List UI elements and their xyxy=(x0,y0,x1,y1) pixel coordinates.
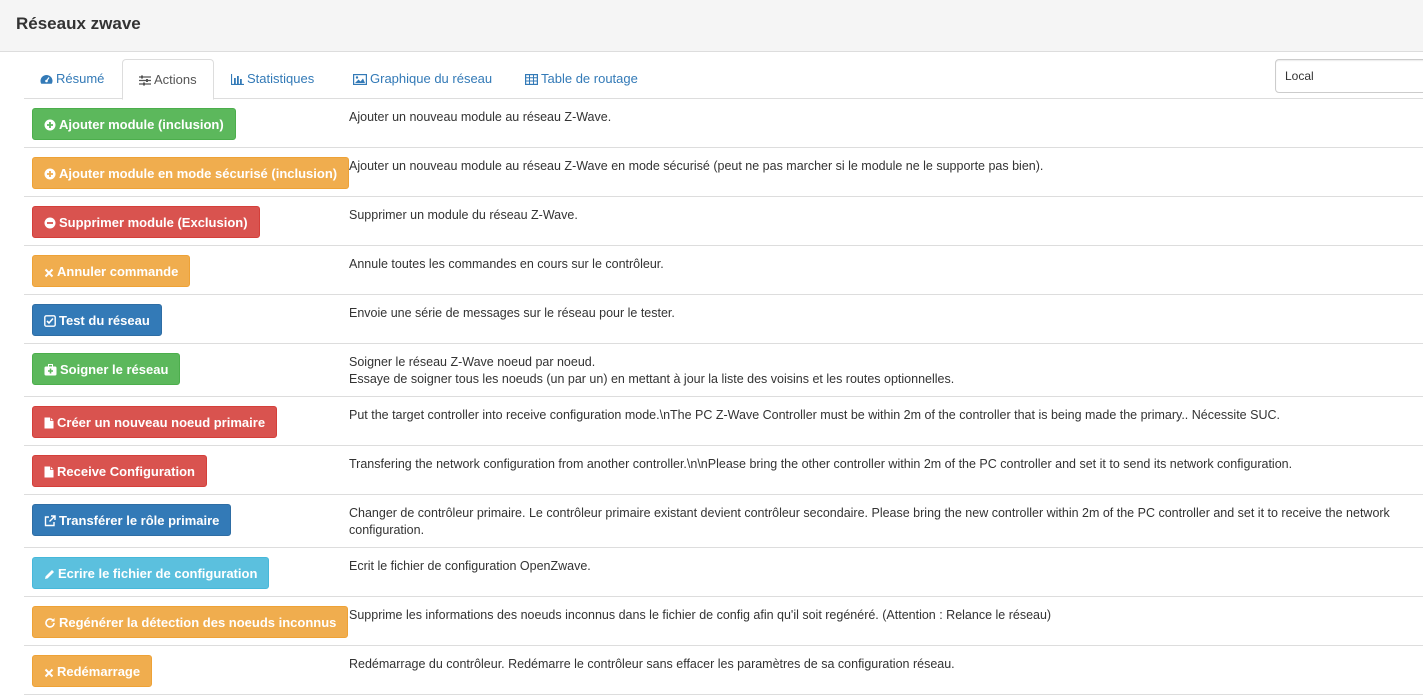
dashboard-icon xyxy=(40,75,53,84)
action-description: Put the target controller into receive c… xyxy=(349,407,1403,424)
action-description: Ecrit le fichier de configuration OpenZw… xyxy=(349,558,1403,575)
tab-label: Actions xyxy=(154,72,197,87)
action-description: Annule toutes les commandes en cours sur… xyxy=(349,256,1403,273)
tab-statistiques[interactable]: Statistiques xyxy=(215,59,330,99)
page-header: Réseaux zwave xyxy=(0,0,1423,52)
action-description: Supprimer un module du réseau Z-Wave. xyxy=(349,207,1403,224)
action-description-line: Changer de contrôleur primaire. Le contr… xyxy=(349,506,1390,537)
tab-label: Table de routage xyxy=(541,71,638,86)
action-row: Transférer le rôle primaire Changer de co… xyxy=(24,495,1423,548)
action-description: Envoie une série de messages sur le rése… xyxy=(349,305,1403,322)
action-description: Ajouter un nouveau module au réseau Z-Wa… xyxy=(349,158,1403,175)
action-description: Supprime les informations des noeuds inc… xyxy=(349,607,1403,624)
action-button-label: Ecrire le fichier de configuration xyxy=(58,566,258,581)
check-square-icon xyxy=(44,313,59,328)
picture-icon xyxy=(353,74,368,86)
external-link-icon xyxy=(44,513,59,528)
action-button[interactable]: Transférer le rôle primaire xyxy=(32,504,232,536)
action-button-label: Transférer le rôle primaire xyxy=(59,513,220,528)
table-icon xyxy=(525,74,539,86)
action-button-label: Annuler commande xyxy=(57,264,179,279)
action-button[interactable]: Supprimer module (Exclusion) xyxy=(32,206,260,238)
action-row: Annuler commande Annule toutes les comman… xyxy=(24,246,1423,295)
action-button-label: Supprimer module (Exclusion) xyxy=(59,215,248,230)
action-description-line: Annule toutes les commandes en cours sur… xyxy=(349,257,664,271)
action-description-line: Redémarrage du contrôleur. Redémarre le … xyxy=(349,657,955,671)
action-button[interactable]: Soigner le réseau xyxy=(32,353,181,385)
plus-circle-icon xyxy=(44,117,59,132)
action-button-label: Test du réseau xyxy=(59,313,150,328)
action-description-line: Transfering the network configuration fr… xyxy=(349,457,1293,471)
action-description: Changer de contrôleur primaire. Le contr… xyxy=(349,505,1403,539)
action-button-label: Ajouter module (inclusion) xyxy=(59,117,224,132)
pencil-icon xyxy=(44,566,58,581)
bar-chart-icon xyxy=(230,74,244,86)
minus-circle-icon xyxy=(44,215,59,230)
action-row: Regénérer la détection des noeuds inconn… xyxy=(24,597,1423,646)
tab-resume[interactable]: Résumé xyxy=(24,59,120,99)
action-description: Redémarrage du contrôleur. Redémarre le … xyxy=(349,656,1403,673)
times-icon xyxy=(44,664,57,679)
action-button[interactable]: Test du réseau xyxy=(32,304,162,336)
action-description-line: Supprime les informations des noeuds inc… xyxy=(349,608,1052,622)
action-button-label: Redémarrage xyxy=(57,664,141,679)
action-button-label: Ajouter module en mode sécurisé (inclusi… xyxy=(59,166,338,181)
action-button[interactable]: Receive Configuration xyxy=(32,455,207,487)
action-row: Redémarrage Redémarrage du contrôleur. Re… xyxy=(24,646,1423,695)
action-description-line: Ajouter un nouveau module au réseau Z-Wa… xyxy=(349,159,1044,173)
file-icon xyxy=(44,464,57,479)
action-button[interactable]: Créer un nouveau noeud primaire xyxy=(32,406,278,438)
tab-graphique[interactable]: Graphique du réseau xyxy=(337,59,508,99)
tab-table-routage[interactable]: Table de routage xyxy=(509,59,654,99)
medkit-icon xyxy=(44,362,60,377)
action-button-label: Créer un nouveau noeud primaire xyxy=(57,415,266,430)
action-description-line: Essaye de soigner tous les noeuds (un pa… xyxy=(349,372,955,386)
plus-circle-icon xyxy=(44,166,59,181)
action-description-line: Ecrit le fichier de configuration OpenZw… xyxy=(349,559,591,573)
action-button[interactable]: Ecrire le fichier de configuration xyxy=(32,557,270,589)
action-button[interactable]: Redémarrage xyxy=(32,655,153,687)
action-button-label: Receive Configuration xyxy=(57,464,195,479)
action-description: Ajouter un nouveau module au réseau Z-Wa… xyxy=(349,109,1403,126)
action-row: Supprimer module (Exclusion) Supprimer un… xyxy=(24,197,1423,246)
sliders-icon xyxy=(139,75,151,86)
actions-list: Ajouter module (inclusion) Ajouter un nou… xyxy=(24,99,1423,695)
action-description: Soigner le réseau Z-Wave noeud par noeud… xyxy=(349,354,1403,388)
tab-label: Résumé xyxy=(56,71,105,86)
action-button[interactable]: Annuler commande xyxy=(32,255,191,287)
tab-bar: Résumé Actions Statistiques Graphique du… xyxy=(24,59,1423,100)
action-row: Soigner le réseau Soigner le réseau Z-Wav… xyxy=(24,344,1423,397)
file-icon xyxy=(44,415,57,430)
page-title: Réseaux zwave xyxy=(16,14,141,33)
action-row: Ajouter module (inclusion) Ajouter un nou… xyxy=(24,99,1423,148)
action-button[interactable]: Regénérer la détection des noeuds inconn… xyxy=(32,606,349,638)
action-description-line: Put the target controller into receive c… xyxy=(349,408,1280,422)
action-row: Ajouter module en mode sécurisé (inclusi… xyxy=(24,148,1423,197)
action-description-line: Supprimer un module du réseau Z-Wave. xyxy=(349,208,578,222)
action-row: Test du réseau Envoie une série de messag… xyxy=(24,295,1423,344)
action-button[interactable]: Ajouter module (inclusion) xyxy=(32,108,236,140)
action-button-label: Regénérer la détection des noeuds inconn… xyxy=(59,615,337,630)
action-row: Ecrire le fichier de configuration Ecrit … xyxy=(24,548,1423,597)
tab-label: Graphique du réseau xyxy=(370,71,493,86)
refresh-icon xyxy=(44,615,59,630)
action-button-label: Soigner le réseau xyxy=(60,362,169,377)
tab-label: Statistiques xyxy=(247,71,315,86)
action-description-line: Envoie une série de messages sur le rése… xyxy=(349,306,675,320)
tab-actions[interactable]: Actions xyxy=(122,59,214,100)
action-description-line: Ajouter un nouveau module au réseau Z-Wa… xyxy=(349,110,612,124)
action-button[interactable]: Ajouter module en mode sécurisé (inclusi… xyxy=(32,157,350,189)
times-icon xyxy=(44,264,57,279)
action-description-line: Soigner le réseau Z-Wave noeud par noeud… xyxy=(349,355,596,369)
action-row: Receive Configuration Transfering the net… xyxy=(24,446,1423,495)
action-description: Transfering the network configuration fr… xyxy=(349,456,1403,473)
action-row: Créer un nouveau noeud primaire Put the t… xyxy=(24,397,1423,446)
controller-select[interactable]: Local xyxy=(1275,59,1423,93)
